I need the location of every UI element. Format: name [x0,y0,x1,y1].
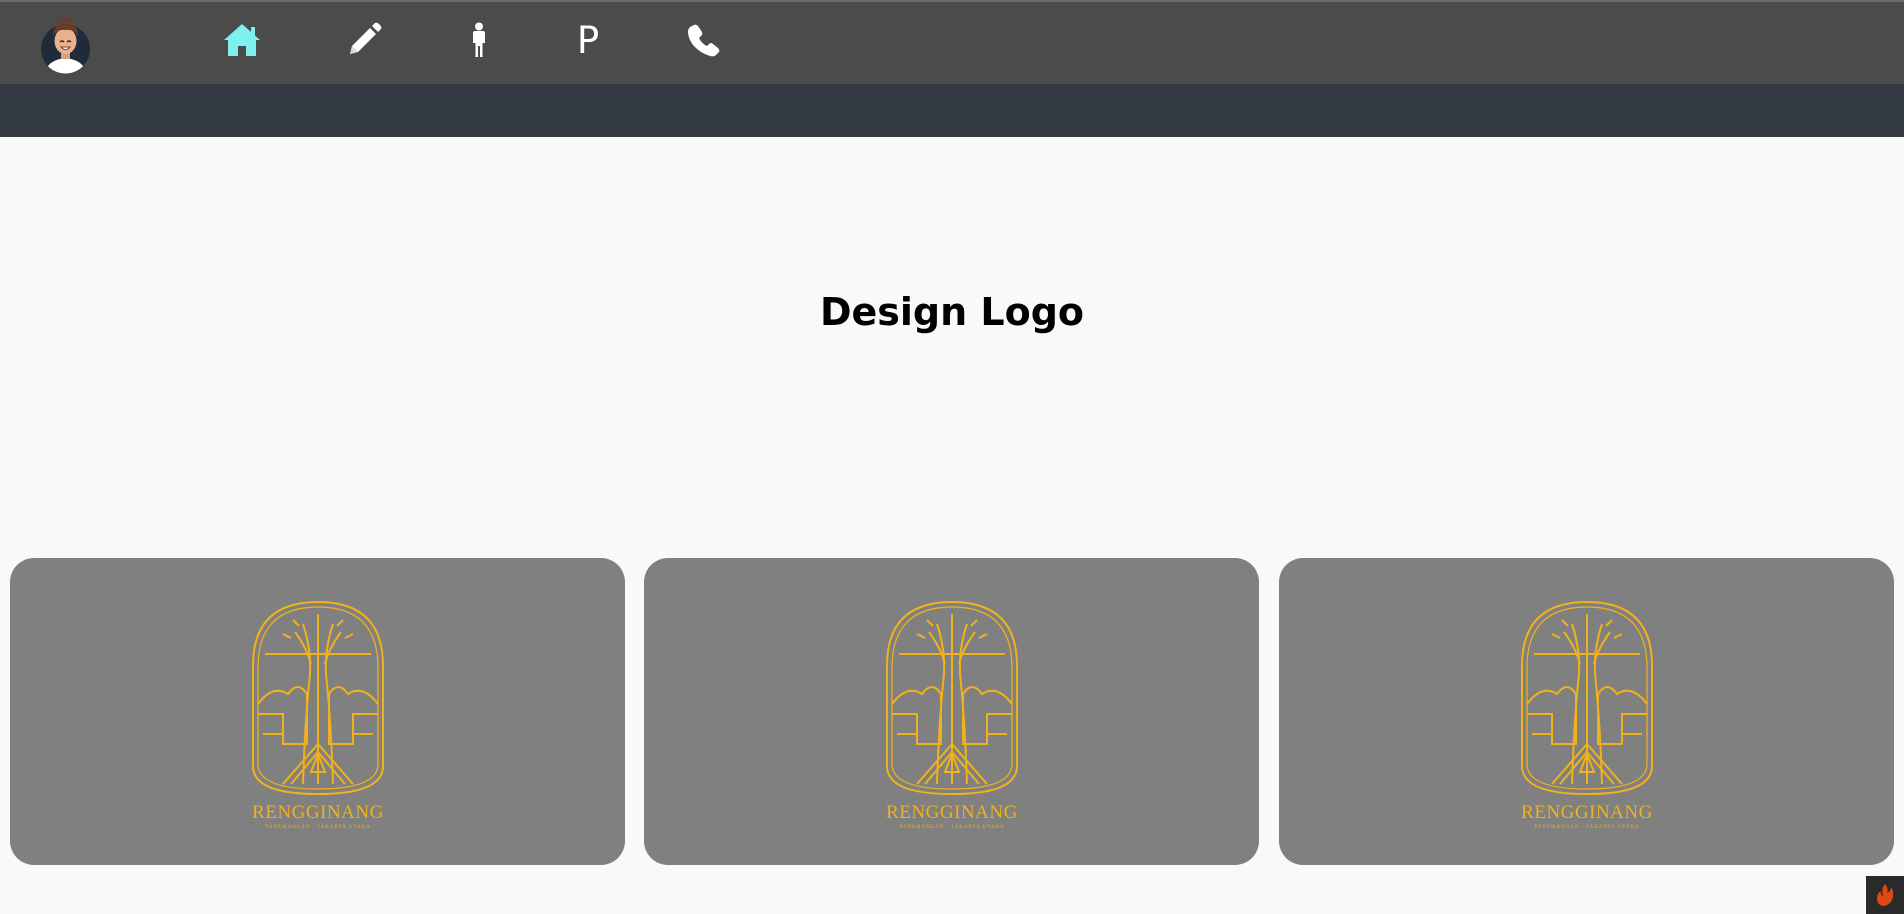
pencil-icon [350,22,382,54]
avatar-image [41,17,90,74]
rengginang-logo-image: RENGGINANG PADEMANGAN · JAKARTA UTARA [251,600,384,830]
logo-card-1[interactable]: RENGGINANG PADEMANGAN · JAKARTA UTARA [10,558,625,865]
rengginang-logo-image: RENGGINANG PADEMANGAN · JAKARTA UTARA [885,600,1018,830]
svg-text:RENGGINANG: RENGGINANG [886,802,1018,823]
nav-portfolio[interactable]: P [572,16,604,64]
svg-text:PADEMANGAN · JAKARTA UTARA: PADEMANGAN · JAKARTA UTARA [899,825,1004,830]
logo-card-3[interactable]: RENGGINANG PADEMANGAN · JAKARTA UTARA [1279,558,1894,865]
page-title: Design Logo [819,290,1085,334]
codeigniter-debug-toolbar-button[interactable] [1866,876,1904,914]
top-navigation-bar: P [0,0,1904,84]
svg-text:RENGGINANG: RENGGINANG [1521,802,1653,823]
rengginang-logo-image: RENGGINANG PADEMANGAN · JAKARTA UTARA [1520,600,1653,830]
person-icon [473,22,485,57]
profile-avatar[interactable] [40,16,91,76]
nav-home[interactable] [219,16,265,64]
secondary-header-bar [0,84,1904,137]
portfolio-letter: P [576,18,600,62]
logo-card-2[interactable]: RENGGINANG PADEMANGAN · JAKARTA UTARA [644,558,1259,865]
svg-text:RENGGINANG: RENGGINANG [252,802,384,823]
nav-about[interactable] [466,16,492,64]
svg-text:PADEMANGAN · JAKARTA UTARA: PADEMANGAN · JAKARTA UTARA [1534,825,1639,830]
nav-write[interactable] [344,16,384,64]
svg-text:PADEMANGAN · JAKARTA UTARA: PADEMANGAN · JAKARTA UTARA [265,825,370,830]
nav-contact[interactable] [685,16,723,64]
phone-icon [688,24,720,57]
flame-icon [1877,884,1894,906]
home-icon [224,24,260,56]
